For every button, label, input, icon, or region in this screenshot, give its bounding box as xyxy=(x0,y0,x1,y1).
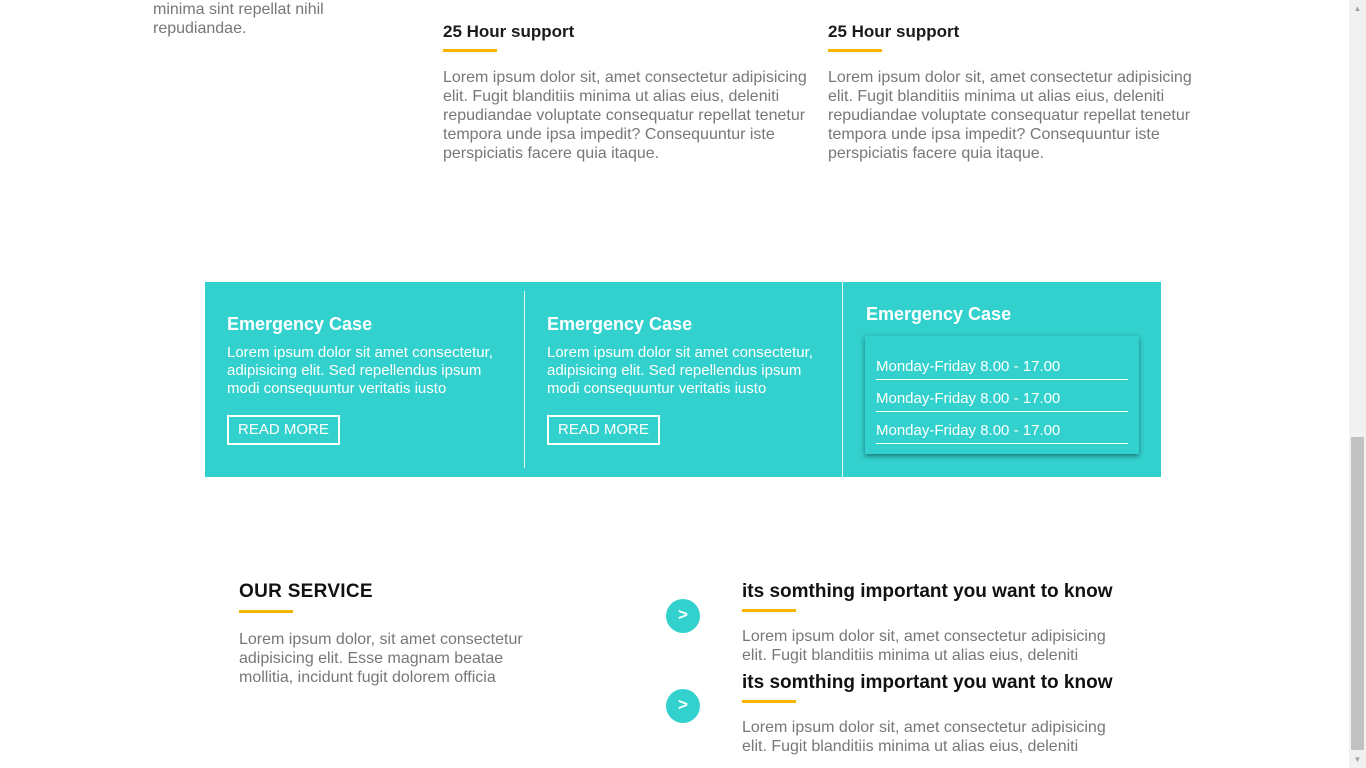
emergency-section: Emergency Case Lorem ipsum dolor sit ame… xyxy=(205,282,1161,477)
emergency-card-text: Lorem ipsum dolor sit amet consectetur, … xyxy=(227,344,493,397)
column-divider xyxy=(524,291,525,468)
scroll-up-icon[interactable]: ▲ xyxy=(1349,0,1366,17)
emergency-card-title: Emergency Case xyxy=(227,314,373,334)
title-underline xyxy=(828,49,882,52)
hours-title: Emergency Case xyxy=(866,304,1012,324)
arrow-right-icon[interactable]: > xyxy=(666,599,700,633)
support-text: Lorem ipsum dolor sit, amet consectetur … xyxy=(443,69,807,162)
service-item-title: its somthing important you want to know xyxy=(742,672,1113,693)
read-more-button[interactable]: READ MORE xyxy=(227,415,340,445)
service-title: OUR SERVICE xyxy=(239,581,373,602)
service-item-title: its somthing important you want to know xyxy=(742,581,1113,602)
our-service-block: OUR SERVICE Lorem ipsum dolor, sit amet … xyxy=(239,581,559,687)
column-divider xyxy=(842,282,843,477)
arrow-right-icon[interactable]: > xyxy=(666,689,700,723)
intro-text-fragment: minima sint repellat nihil repudiandae. xyxy=(153,1,324,37)
support-title: 25 Hour support xyxy=(443,22,575,41)
hours-row: Monday-Friday 8.00 - 17.00 xyxy=(876,422,1128,444)
vertical-scrollbar[interactable]: ▲ ▼ xyxy=(1349,0,1366,768)
title-underline xyxy=(742,700,796,703)
hours-row: Monday-Friday 8.00 - 17.00 xyxy=(876,390,1128,412)
service-item-1: its somthing important you want to know … xyxy=(742,581,1132,665)
emergency-card-text: Lorem ipsum dolor sit amet consectetur, … xyxy=(547,344,813,397)
emergency-card-2: Emergency Case Lorem ipsum dolor sit ame… xyxy=(547,313,832,508)
emergency-card-title: Emergency Case xyxy=(547,314,693,334)
hours-row: Monday-Friday 8.00 - 17.00 xyxy=(876,358,1128,380)
service-text: Lorem ipsum dolor, sit amet consectetur … xyxy=(239,631,523,686)
support-column-1: 25 Hour support Lorem ipsum dolor sit, a… xyxy=(443,22,823,163)
title-underline xyxy=(742,609,796,612)
service-item-2: its somthing important you want to know … xyxy=(742,672,1132,756)
service-item-text: Lorem ipsum dolor sit, amet consectetur … xyxy=(742,628,1106,664)
read-more-button[interactable]: READ MORE xyxy=(547,415,660,445)
support-text: Lorem ipsum dolor sit, amet consectetur … xyxy=(828,69,1192,162)
service-item-text: Lorem ipsum dolor sit, amet consectetur … xyxy=(742,719,1106,755)
support-column-2: 25 Hour support Lorem ipsum dolor sit, a… xyxy=(828,22,1208,163)
title-underline xyxy=(239,610,293,613)
scroll-down-icon[interactable]: ▼ xyxy=(1349,751,1366,768)
title-underline xyxy=(443,49,497,52)
emergency-card-1: Emergency Case Lorem ipsum dolor sit ame… xyxy=(227,313,512,508)
opening-hours-card: Monday-Friday 8.00 - 17.00 Monday-Friday… xyxy=(865,336,1139,454)
scrollbar-thumb[interactable] xyxy=(1351,437,1364,750)
support-title: 25 Hour support xyxy=(828,22,960,41)
